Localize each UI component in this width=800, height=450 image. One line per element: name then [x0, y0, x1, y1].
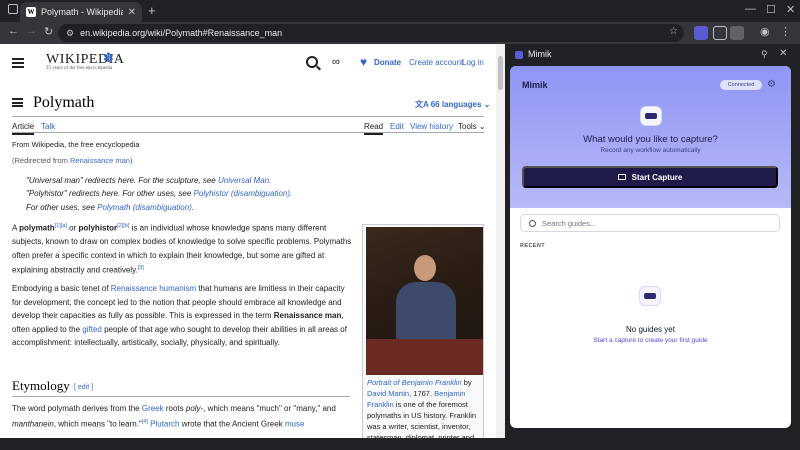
minimize-icon[interactable]: — [745, 3, 756, 15]
redirect-note: (Redirected from Renaissance man) [12, 156, 133, 165]
maximize-icon[interactable]: ☐ [766, 3, 776, 16]
wikipedia-page: WIKIPEDIA ✽ 25 years of the free encyclo… [0, 44, 496, 438]
menu-kebab-icon[interactable]: ⋮ [780, 25, 791, 38]
tab-title: Polymath - Wikipedia [41, 7, 123, 17]
from-wikipedia-note: From Wikipedia, the free encyclopedia [12, 140, 140, 149]
portrait-figure: Portrait of Benjamin Franklin by David M… [362, 224, 484, 438]
login-link[interactable]: Log in [462, 58, 484, 67]
mimik-hero: Mimik Connected ⚙ What would you like to… [510, 66, 791, 208]
citation[interactable]: [1][a] [55, 223, 67, 229]
section-edit-link[interactable]: [ edit ] [74, 384, 93, 391]
hatnote-link[interactable]: Polymath (disambiguation) [97, 203, 192, 212]
empty-state-robot-icon [639, 286, 661, 306]
divider [12, 396, 350, 397]
back-icon[interactable]: ← [8, 25, 19, 37]
table-of-contents-icon[interactable] [12, 98, 23, 107]
empty-state-hint: Start a capture to create your first gui… [593, 337, 708, 344]
tab-search-icon[interactable] [8, 4, 18, 14]
plutarch-link[interactable]: Plutarch [150, 419, 179, 428]
wikipedia-globe-icon[interactable]: ✽ [103, 50, 120, 65]
page-scrollbar[interactable] [496, 44, 505, 438]
create-account-link[interactable]: Create account [409, 58, 463, 67]
close-panel-icon[interactable]: ✕ [779, 48, 787, 59]
donate-link[interactable]: Donate [374, 58, 401, 67]
citation[interactable]: [3] [138, 265, 144, 271]
search-icon [529, 219, 536, 227]
mimik-panel: Mimik Connected ⚙ What would you like to… [510, 66, 791, 428]
camera-icon [617, 174, 626, 180]
languages-button[interactable]: 文A 66 languages ⌄ [415, 99, 490, 110]
browser-toolbar: ← → ↻ ⚙ en.wikipedia.org/wiki/Polymath#R… [0, 22, 800, 44]
david-martin-link[interactable]: David Martin [367, 389, 409, 398]
mimik-extension-icon[interactable] [694, 26, 708, 40]
bookmark-star-icon[interactable]: ☆ [669, 26, 678, 37]
muse-link[interactable]: muse [285, 419, 305, 428]
tab-talk[interactable]: Talk [41, 122, 55, 131]
side-panel-icon[interactable] [730, 26, 744, 40]
site-info-icon[interactable]: ⚙ [66, 28, 74, 39]
hatnote-link[interactable]: Polyhistor (disambiguation). [194, 189, 293, 198]
wikipedia-tagline: 25 years of the free encyclopedia [46, 66, 113, 71]
browser-window: W Polymath - Wikipedia ✕ + — ☐ ✕ ← → ↻ ⚙… [0, 0, 800, 450]
side-panel-title: Mimik [528, 49, 552, 59]
action-view-history[interactable]: View history [410, 122, 453, 131]
renaissance-paragraph: Embodying a basic tenet of Renaissance h… [12, 284, 347, 347]
citation[interactable]: [4] [142, 419, 148, 425]
start-capture-button[interactable]: Start Capture [522, 166, 778, 188]
tab-article[interactable]: Article [12, 122, 35, 135]
appearance-glasses-icon[interactable]: ∞ [332, 56, 340, 68]
page-title: Polymath [33, 94, 95, 111]
divider [12, 132, 484, 133]
pin-icon[interactable]: ⚲ [761, 49, 768, 60]
mimik-brand: Mimik [522, 80, 548, 90]
main-menu-icon[interactable] [12, 58, 24, 68]
intro-paragraph: A polymath[1][a] or polyhistor[2][b] is … [12, 223, 352, 275]
heart-icon: ♥ [360, 55, 368, 69]
redirect-link[interactable]: Renaissance man [70, 156, 130, 165]
tab-close-icon[interactable]: ✕ [128, 7, 136, 18]
tab-polymath[interactable]: W Polymath - Wikipedia ✕ [20, 2, 142, 22]
address-url: en.wikipedia.org/wiki/Polymath#Renaissan… [80, 28, 283, 38]
robot-mascot-icon [640, 106, 662, 126]
address-bar[interactable]: ⚙ en.wikipedia.org/wiki/Polymath#Renaiss… [58, 24, 684, 42]
greek-link[interactable]: Greek [142, 404, 164, 413]
scrollbar-thumb[interactable] [498, 56, 503, 90]
etymology-paragraph: The word polymath derives from the Greek… [12, 404, 336, 429]
wikipedia-favicon-icon: W [26, 7, 36, 17]
extensions-puzzle-icon[interactable] [713, 26, 727, 40]
search-icon[interactable] [306, 56, 318, 68]
action-read[interactable]: Read [364, 122, 384, 135]
citation[interactable]: [2][b] [117, 223, 129, 229]
hatnote: For other uses, see Polymath (disambigua… [26, 203, 195, 212]
action-edit[interactable]: Edit [390, 122, 404, 131]
renaissance-humanism-link[interactable]: Renaissance humanism [111, 284, 196, 293]
section-heading-etymology: Etymology [12, 378, 70, 393]
reload-icon[interactable]: ↻ [44, 25, 53, 38]
new-tab-icon[interactable]: + [148, 3, 156, 18]
hatnote: "Polyhistor" redirects here. For other u… [26, 189, 293, 198]
capture-question: What would you like to capture? [583, 134, 718, 145]
search-placeholder: Search guides... [542, 218, 597, 228]
empty-state-title: No guides yet [626, 325, 675, 334]
mimik-logo-icon [515, 51, 523, 59]
gear-icon[interactable]: ⚙ [767, 79, 776, 90]
tools-menu[interactable]: Tools ⌄ [458, 122, 486, 131]
gifted-link[interactable]: gifted [82, 325, 102, 334]
status-badge: Connected [720, 80, 762, 90]
divider [12, 116, 484, 117]
franklin-portrait-image[interactable] [366, 227, 483, 375]
recent-label: RECENT [520, 243, 546, 249]
portrait-link[interactable]: Portrait of Benjamin Franklin [367, 378, 462, 387]
hatnote-link[interactable]: Universal Man. [218, 176, 271, 185]
capture-subtitle: Record any workflow automatically [600, 147, 701, 154]
side-panel-header: Mimik ⚲ ✕ [505, 44, 800, 66]
forward-icon[interactable]: → [26, 25, 37, 37]
hatnote: "Universal man" redirects here. For the … [26, 176, 272, 185]
tab-strip: W Polymath - Wikipedia ✕ + — ☐ ✕ [0, 0, 800, 22]
close-window-icon[interactable]: ✕ [786, 3, 795, 16]
profile-icon[interactable]: ◉ [760, 25, 770, 38]
guides-search-input[interactable]: Search guides... [520, 214, 780, 232]
figure-caption: Portrait of Benjamin Franklin by David M… [367, 378, 477, 438]
